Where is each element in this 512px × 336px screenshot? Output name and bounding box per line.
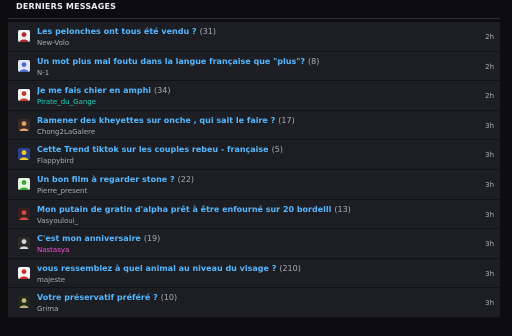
reply-count: (8) bbox=[308, 56, 320, 66]
last-post-time: 3h bbox=[485, 240, 494, 249]
user-avatar-icon[interactable] bbox=[18, 237, 30, 250]
topic-title-link[interactable]: Un mot plus mal foutu dans la langue fra… bbox=[37, 57, 305, 66]
topic-row[interactable]: Je me fais chier en amphi (34) Pirate_du_G… bbox=[8, 81, 500, 111]
user-avatar-icon[interactable] bbox=[18, 207, 30, 220]
author-link[interactable]: Pierre_present bbox=[37, 187, 87, 196]
reply-count: (22) bbox=[177, 174, 195, 184]
last-post-time: 3h bbox=[485, 269, 494, 278]
reply-count: (17) bbox=[278, 115, 295, 125]
topic-row[interactable]: Cette Trend tiktok sur les couples rebeu… bbox=[8, 140, 500, 170]
author-link[interactable]: New-Volo bbox=[37, 39, 69, 48]
topic-title-line: Cette Trend tiktok sur les couples rebeu… bbox=[37, 145, 477, 155]
last-post-time: 2h bbox=[485, 33, 494, 41]
last-post-time: 3h bbox=[485, 180, 494, 189]
reply-count: (5) bbox=[271, 145, 283, 155]
user-avatar-icon[interactable] bbox=[18, 148, 30, 161]
author-link[interactable]: N-1 bbox=[37, 69, 49, 78]
topic-title-line: Ramener des kheyettes sur onche , qui sa… bbox=[37, 116, 477, 126]
reply-count: (34) bbox=[154, 86, 171, 96]
topic-title-line: Votre préservatif préféré ? (10) bbox=[37, 293, 477, 303]
user-avatar-icon[interactable] bbox=[18, 118, 30, 131]
topic-title-link[interactable]: Un bon film à regarder stone ? bbox=[37, 175, 175, 184]
topic-title-link[interactable]: Votre préservatif préféré ? bbox=[37, 293, 158, 302]
topic-row[interactable]: Mon putain de gratin d'alpha prêt à être… bbox=[8, 199, 500, 230]
topic-title-line: C'est mon anniversaire (19) bbox=[37, 234, 477, 244]
topic-title-line: Les pelonches ont tous été vendu ? (31) bbox=[37, 27, 477, 37]
reply-count: (31) bbox=[199, 27, 216, 36]
author-link[interactable]: Vasyouloui_ bbox=[37, 217, 78, 226]
last-post-time: 3h bbox=[485, 210, 494, 219]
reply-count: (10) bbox=[160, 293, 178, 303]
author-link[interactable]: Nastasya bbox=[37, 246, 69, 255]
user-avatar-icon[interactable] bbox=[18, 89, 30, 102]
reply-count: (210) bbox=[279, 263, 301, 273]
author-link[interactable]: Pirate_du_Gange bbox=[37, 98, 96, 107]
user-avatar-icon[interactable] bbox=[18, 30, 30, 42]
topic-row[interactable]: C'est mon anniversaire (19) Nastasya 3h bbox=[8, 229, 500, 259]
topic-title-link[interactable]: Ramener des kheyettes sur onche , qui sa… bbox=[37, 116, 275, 125]
topic-title-link[interactable]: Les pelonches ont tous été vendu ? bbox=[37, 27, 197, 36]
last-post-time: 2h bbox=[485, 62, 494, 71]
user-avatar-icon[interactable] bbox=[18, 296, 30, 309]
author-link[interactable]: Flappybird bbox=[37, 157, 74, 166]
topic-row[interactable]: Ramener des kheyettes sur onche , qui sa… bbox=[8, 110, 500, 141]
author-link[interactable]: Chong2LaGalere bbox=[37, 128, 95, 137]
user-avatar-icon[interactable] bbox=[18, 59, 30, 72]
topic-row[interactable]: Les pelonches ont tous été vendu ? (31) Ne… bbox=[8, 22, 500, 52]
reply-count: (19) bbox=[143, 234, 161, 244]
author-link[interactable]: Grima bbox=[37, 305, 58, 314]
topic-title-link[interactable]: Mon putain de gratin d'alpha prêt à être… bbox=[37, 205, 331, 214]
topic-row[interactable]: Votre préservatif préféré ? (10) Grima 3h bbox=[8, 288, 500, 318]
topic-title-line: Mon putain de gratin d'alpha prêt à être… bbox=[37, 205, 477, 215]
topic-list: Les pelonches ont tous été vendu ? (31) Ne… bbox=[8, 22, 500, 318]
topic-title-line: Je me fais chier en amphi (34) bbox=[37, 86, 477, 96]
topic-title-link[interactable]: Cette Trend tiktok sur les couples rebeu… bbox=[37, 145, 269, 154]
user-avatar-icon[interactable] bbox=[18, 177, 30, 190]
section-title: DERNIERS MESSAGES bbox=[16, 2, 117, 11]
last-post-time: 3h bbox=[485, 299, 494, 308]
last-post-time: 3h bbox=[485, 121, 494, 130]
last-post-time: 3h bbox=[485, 151, 494, 160]
user-avatar-icon[interactable] bbox=[18, 266, 30, 279]
topic-title-line: Un mot plus mal foutu dans la langue fra… bbox=[37, 57, 477, 67]
topic-title-link[interactable]: Je me fais chier en amphi bbox=[37, 86, 151, 95]
topic-title-link[interactable]: C'est mon anniversaire bbox=[37, 234, 141, 243]
author-link[interactable]: majeste bbox=[37, 276, 65, 285]
latest-messages-header: DERNIERS MESSAGES bbox=[8, 0, 500, 19]
topic-title-line: vous ressemblez à quel animal au niveau … bbox=[37, 264, 477, 274]
topic-row[interactable]: Un mot plus mal foutu dans la langue fra… bbox=[8, 51, 500, 82]
topic-title-link[interactable]: vous ressemblez à quel animal au niveau … bbox=[37, 264, 276, 273]
topic-row[interactable]: Un bon film à regarder stone ? (22) Pierre… bbox=[8, 169, 500, 200]
topic-row[interactable]: vous ressemblez à quel animal au niveau … bbox=[8, 258, 500, 289]
last-post-time: 2h bbox=[485, 92, 494, 101]
reply-count: (13) bbox=[334, 204, 351, 214]
topic-title-line: Un bon film à regarder stone ? (22) bbox=[37, 175, 477, 185]
